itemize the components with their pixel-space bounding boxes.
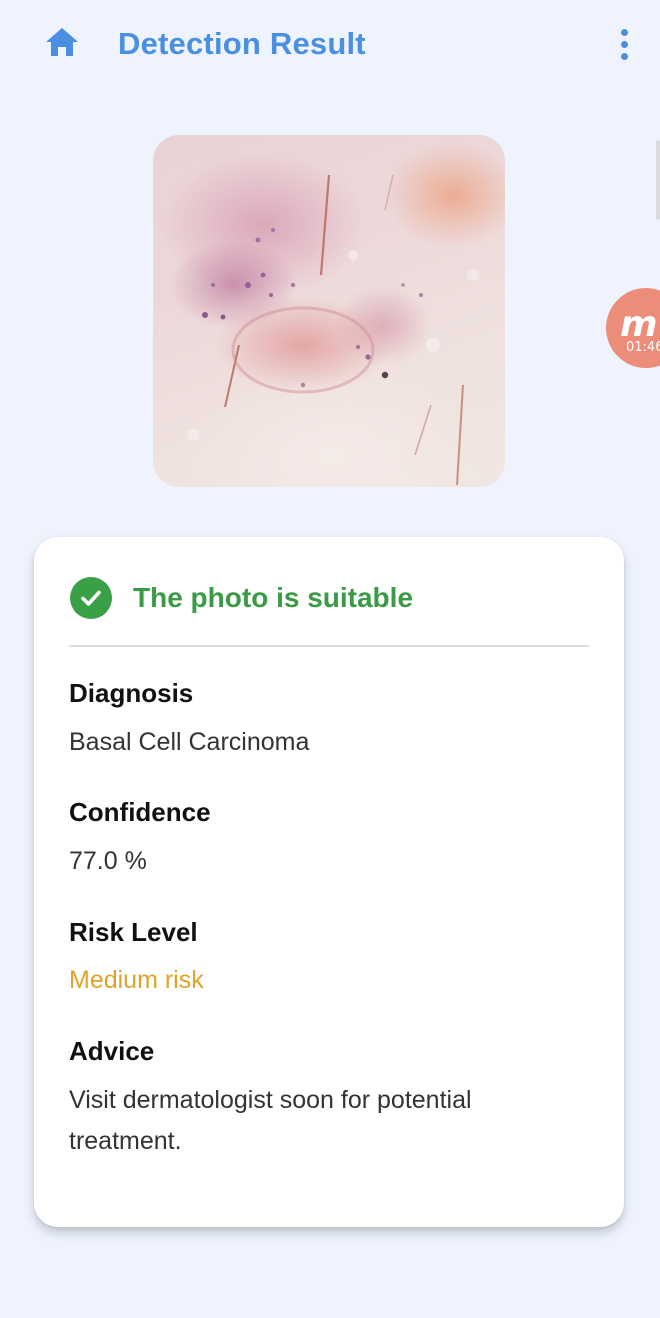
divider — [69, 645, 589, 647]
home-button[interactable] — [38, 22, 86, 66]
confidence-value: 77.0 % — [69, 847, 147, 875]
floating-recorder-bubble[interactable]: m 01:46 — [606, 288, 660, 368]
app-bar: Detection Result — [0, 0, 660, 88]
confidence-label: Confidence — [69, 797, 211, 827]
diagnosis-label: Diagnosis — [69, 678, 194, 708]
recorder-timer: 01:46 — [626, 340, 660, 355]
photo-status: The photo is suitable — [70, 577, 413, 619]
skin-lesion-photo — [153, 135, 505, 487]
check-circle-icon — [70, 577, 112, 619]
screen-edge-handle — [656, 140, 660, 220]
home-icon — [45, 27, 79, 62]
risk-level-label: Risk Level — [69, 917, 198, 947]
advice-label: Advice — [69, 1036, 155, 1066]
photo-status-text: The photo is suitable — [133, 582, 414, 613]
recorder-logo-icon: m — [620, 304, 658, 345]
diagnosis-value: Basal Cell Carcinoma — [69, 728, 310, 756]
page-title: Detection Result — [118, 26, 366, 61]
risk-level-value: Medium risk — [69, 966, 204, 994]
result-card: The photo is suitable Diagnosis Basal Ce… — [34, 537, 624, 1227]
more-options-button[interactable] — [604, 22, 644, 66]
advice-value: Visit dermatologist soon for potential t… — [69, 1086, 472, 1155]
more-vert-icon — [620, 28, 628, 36]
detection-result-screen: Detection Result m 01:46 The photo is su… — [0, 0, 660, 1318]
